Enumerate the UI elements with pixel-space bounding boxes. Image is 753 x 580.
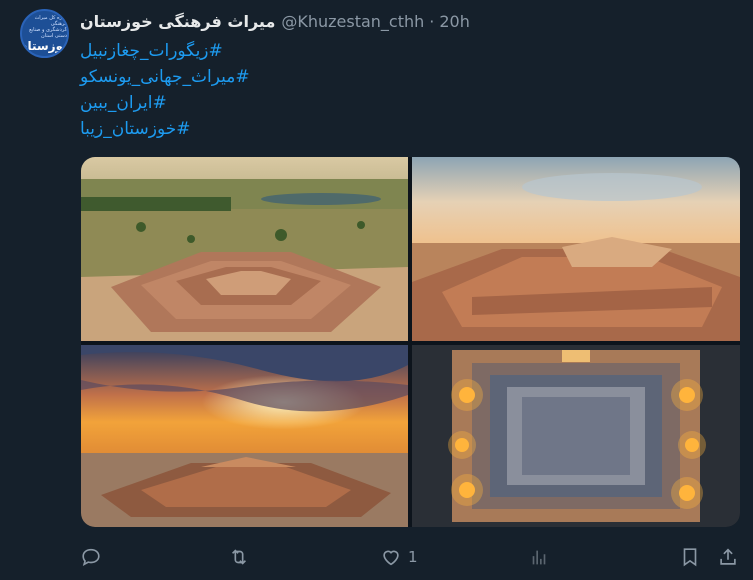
- avatar-line-2: گردشگری و صنایع دستی استان: [29, 26, 67, 39]
- bookmark-icon: [683, 548, 697, 567]
- bookmark-button[interactable]: [679, 543, 701, 571]
- retweet-button[interactable]: [228, 543, 250, 571]
- author-name[interactable]: میراث فرهنگی خوزستان: [80, 12, 275, 31]
- avatar-line-1: اداره کل میراث فرهنگی: [34, 14, 67, 27]
- share-icon: [720, 548, 736, 565]
- heart-icon: [383, 550, 399, 566]
- tweet-actions: 1: [0, 543, 753, 571]
- author-handle[interactable]: @Khuzestan_cthh: [281, 12, 424, 31]
- views-icon: [532, 550, 546, 565]
- hashtag-list: #زیگورات_چغازنبیل #میراث_جهانی_یونسکو #ا…: [80, 38, 250, 142]
- separator: ·: [429, 11, 435, 31]
- avatar[interactable]: اداره کل میراث فرهنگی گردشگری و صنایع دس…: [20, 9, 69, 58]
- tweet-header: میراث فرهنگی خوزستان @Khuzestan_cthh · 2…: [80, 9, 470, 33]
- views-button[interactable]: [528, 543, 550, 571]
- media-photo-ziggurat-night-top-view[interactable]: [412, 345, 740, 527]
- media-grid: [81, 157, 740, 527]
- hashtag-link[interactable]: #زیگورات_چغازنبیل: [80, 38, 250, 64]
- reply-icon: [82, 548, 100, 566]
- hashtag-link[interactable]: #خوزستان_زیبا: [80, 116, 250, 142]
- hashtag-link[interactable]: #ایران_ببین: [80, 90, 250, 116]
- share-button[interactable]: [717, 543, 739, 571]
- reply-button[interactable]: [80, 543, 102, 571]
- media-photo-ziggurat-sunburst[interactable]: [81, 345, 408, 527]
- media-photo-ziggurat-aerial-day[interactable]: [81, 157, 408, 341]
- media-photo-ziggurat-sunset-side[interactable]: [412, 157, 740, 341]
- like-count: 1: [408, 548, 418, 566]
- timestamp[interactable]: 20h: [439, 12, 470, 31]
- like-button[interactable]: 1: [380, 543, 418, 571]
- hashtag-link[interactable]: #میراث_جهانی_یونسکو: [80, 64, 250, 90]
- avatar-title: خوزستان: [20, 38, 67, 53]
- retweet-icon: [231, 549, 247, 565]
